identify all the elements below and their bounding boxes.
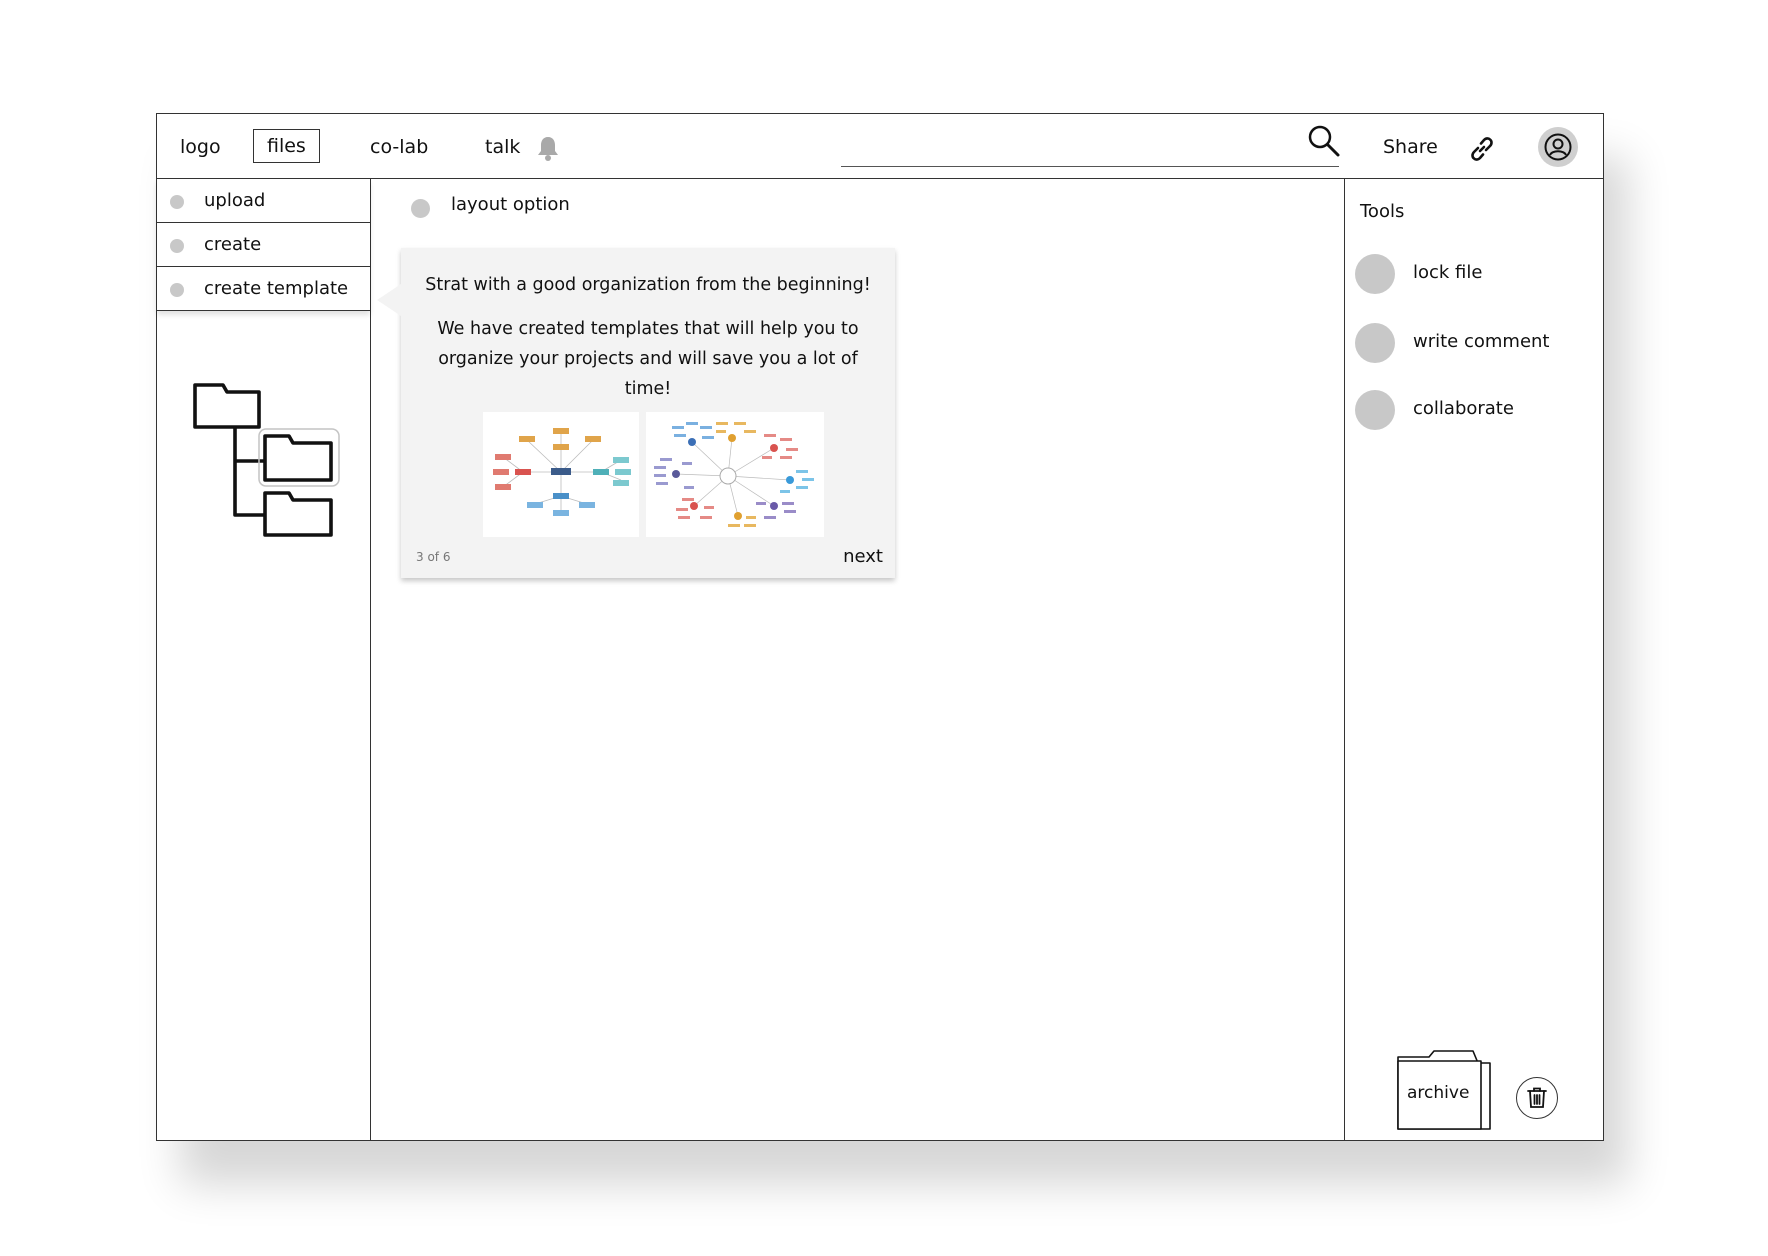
bullet-icon bbox=[170, 283, 184, 297]
nav-talk-tab[interactable]: talk bbox=[485, 134, 520, 160]
radial-mind-map-template-thumbnail[interactable] bbox=[646, 412, 824, 537]
left-sidebar: upload create create template bbox=[157, 179, 371, 1140]
lock-file-tool[interactable]: lock file bbox=[1355, 254, 1595, 296]
nav-colab-tab[interactable]: co-lab bbox=[370, 134, 428, 160]
layout-option-label: layout option bbox=[451, 194, 570, 215]
write-comment-tool[interactable]: write comment bbox=[1355, 323, 1595, 365]
onboarding-popover: Strat with a good organization from the … bbox=[377, 248, 895, 578]
popover-title: Strat with a good organization from the … bbox=[425, 275, 871, 295]
write-comment-icon bbox=[1355, 323, 1395, 363]
share-button[interactable]: Share bbox=[1383, 136, 1438, 158]
bullet-icon bbox=[170, 239, 184, 253]
folder-tree-icon[interactable] bbox=[193, 381, 343, 541]
logo[interactable]: logo bbox=[180, 134, 221, 160]
popover-body: We have created templates that will help… bbox=[437, 319, 859, 399]
bell-icon[interactable] bbox=[535, 134, 561, 162]
sidebar-item-label: upload bbox=[204, 190, 266, 211]
popover-page-indicator: 3 of 6 bbox=[416, 550, 451, 564]
archive-folder-button[interactable]: archive bbox=[1395, 1049, 1495, 1131]
sidebar-item-label: create template bbox=[204, 278, 349, 299]
nav-files-tab[interactable]: files bbox=[253, 129, 320, 163]
sidebar-item-upload[interactable]: upload bbox=[157, 179, 370, 223]
sidebar-item-create[interactable]: create bbox=[157, 223, 370, 267]
tool-label: lock file bbox=[1413, 262, 1483, 283]
bullet-icon bbox=[170, 195, 184, 209]
sidebar-menu: upload create create template bbox=[157, 179, 370, 311]
search-input[interactable] bbox=[841, 166, 1339, 167]
tools-panel: Tools lock file write comment collaborat… bbox=[1344, 179, 1603, 1140]
trash-icon bbox=[1527, 1087, 1547, 1108]
tool-label: write comment bbox=[1413, 331, 1550, 352]
sidebar-item-create-template[interactable]: create template bbox=[157, 267, 370, 311]
link-icon[interactable] bbox=[1468, 135, 1496, 163]
main-content: layout option Strat with a good organiza… bbox=[371, 179, 1345, 1140]
mind-map-template-thumbnail[interactable] bbox=[483, 412, 639, 537]
app-window: logo files co-lab talk Share upload crea… bbox=[156, 113, 1604, 1141]
trash-button[interactable] bbox=[1516, 1077, 1558, 1119]
sidebar-item-label: create bbox=[204, 234, 262, 255]
tool-label: collaborate bbox=[1413, 398, 1514, 419]
avatar[interactable] bbox=[1538, 127, 1578, 167]
archive-label: archive bbox=[1407, 1083, 1470, 1103]
search-icon[interactable] bbox=[1307, 124, 1341, 158]
tools-title: Tools bbox=[1360, 201, 1405, 222]
lock-file-icon bbox=[1355, 254, 1395, 294]
collaborate-icon bbox=[1355, 390, 1395, 430]
top-navigation-bar: logo files co-lab talk Share bbox=[157, 114, 1603, 179]
bullet-icon bbox=[411, 199, 430, 218]
next-button[interactable]: next bbox=[843, 546, 883, 567]
collaborate-tool[interactable]: collaborate bbox=[1355, 390, 1595, 432]
user-avatar-icon bbox=[1544, 133, 1572, 161]
